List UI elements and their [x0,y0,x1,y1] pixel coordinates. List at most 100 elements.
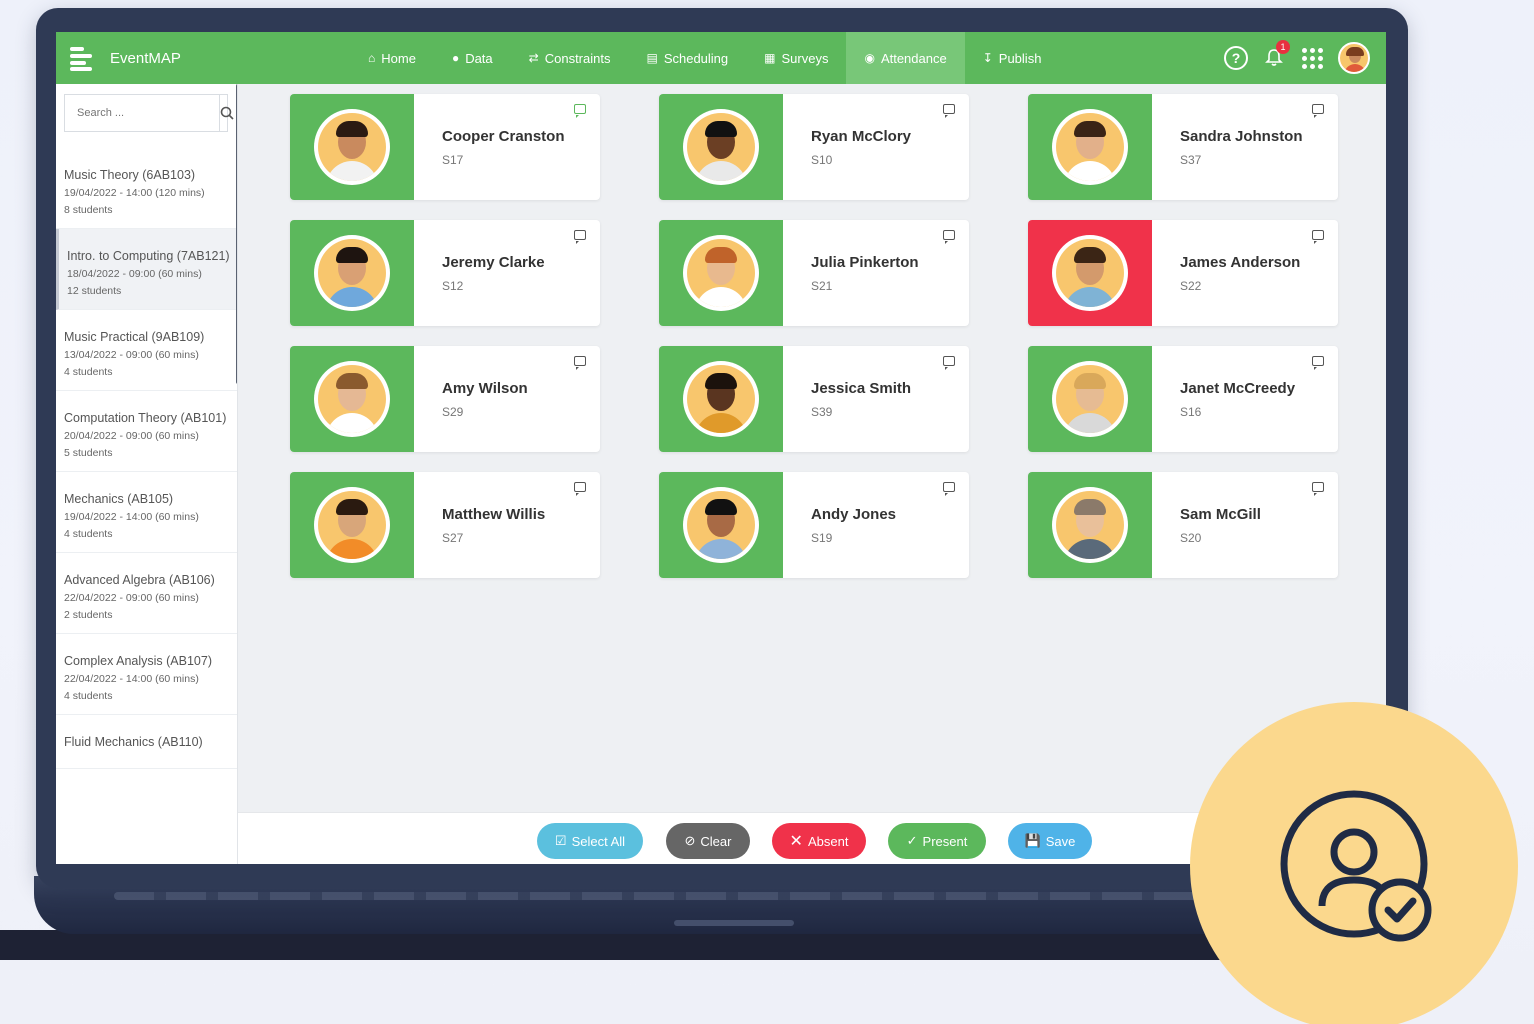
comment-icon[interactable] [1312,104,1324,118]
student-name: Cooper Cranston [442,128,565,145]
bell-icon[interactable]: 1 [1262,40,1290,70]
comment-icon[interactable] [574,230,586,244]
student-card[interactable]: Jeremy Clarke S12 [290,220,600,326]
student-status-panel[interactable] [290,472,414,578]
student-info: Jeremy Clarke S12 [414,220,600,326]
clear-button[interactable]: ⊘ Clear [666,823,750,859]
student-card[interactable]: Amy Wilson S29 [290,346,600,452]
student-id: S20 [1180,531,1202,545]
comment-icon[interactable] [574,356,586,370]
student-id: S12 [442,279,464,293]
comment-icon[interactable] [574,104,586,118]
student-card[interactable]: James Anderson S22 [1028,220,1338,326]
student-id: S10 [811,153,833,167]
comment-icon[interactable] [943,482,955,496]
search-button[interactable] [219,95,234,131]
student-id: S17 [442,153,464,167]
comment-icon[interactable] [1312,482,1324,496]
student-card[interactable]: Jessica Smith S39 [659,346,969,452]
home-icon: ⌂ [368,51,376,65]
student-status-panel[interactable] [290,94,414,200]
course-count: 4 students [64,690,113,702]
course-item[interactable]: Mechanics (AB105) 19/04/2022 - 14:00 (60 … [56,472,237,553]
student-card[interactable]: Janet McCreedy S16 [1028,346,1338,452]
student-name: Sam McGill [1180,506,1261,523]
nav-item-home[interactable]: ⌂ Home [350,32,434,84]
nav-item-surveys[interactable]: ▦ Surveys [746,32,846,84]
nav-item-label: Publish [998,50,1042,66]
student-info: Matthew Willis S27 [414,472,600,578]
apps-grid-icon[interactable] [1300,46,1324,70]
student-photo-frame [314,487,390,563]
student-photo-frame [683,109,759,185]
student-info: Sam McGill S20 [1152,472,1338,578]
sidebar-scrollbar[interactable] [236,84,237,384]
student-status-panel[interactable] [659,94,783,200]
student-photo [687,365,755,433]
help-icon[interactable]: ? [1224,46,1248,70]
student-card[interactable]: Matthew Willis S27 [290,472,600,578]
select-all-button[interactable]: ☑ Select All [537,823,643,859]
course-time: 22/04/2022 - 14:00 (60 mins) [64,673,199,685]
comment-icon[interactable] [1312,230,1324,244]
student-status-panel[interactable] [659,220,783,326]
comment-icon[interactable] [943,230,955,244]
search-input[interactable] [65,95,219,131]
search-icon [220,106,234,120]
course-item[interactable]: Fluid Mechanics (AB110) [56,715,237,769]
student-status-panel[interactable] [290,346,414,452]
comment-icon[interactable] [1312,356,1324,370]
student-status-panel[interactable] [290,220,414,326]
student-id: S22 [1180,279,1202,293]
student-id: S21 [811,279,833,293]
student-card[interactable]: Cooper Cranston S17 [290,94,600,200]
absent-button[interactable]: ✕ Absent [772,823,866,859]
nav-item-data[interactable]: ● Data [434,32,511,84]
student-photo-frame [1052,109,1128,185]
brand-name: EventMAP [110,49,181,67]
brand[interactable]: EventMAP [56,45,286,71]
comment-icon[interactable] [943,104,955,118]
student-status-panel[interactable] [1028,220,1152,326]
student-photo [318,491,386,559]
save-button[interactable]: 💾 Save [1008,823,1092,859]
student-card[interactable]: Julia Pinkerton S21 [659,220,969,326]
student-photo [318,113,386,181]
student-card[interactable]: Sam McGill S20 [1028,472,1338,578]
course-item[interactable]: Computation Theory (AB101) 20/04/2022 - 0… [56,391,237,472]
course-item[interactable]: Music Theory (6AB103) 19/04/2022 - 14:00 … [56,148,237,229]
course-item[interactable]: Intro. to Computing (7AB121) 18/04/2022 -… [56,229,237,310]
student-status-panel[interactable] [659,346,783,452]
student-photo-frame [314,109,390,185]
course-title: Music Theory (6AB103) [64,168,196,182]
comment-icon[interactable] [943,356,955,370]
student-card[interactable]: Andy Jones S19 [659,472,969,578]
comment-icon[interactable] [574,482,586,496]
student-status-panel[interactable] [1028,94,1152,200]
course-title: Fluid Mechanics (AB110) [64,735,203,749]
course-item[interactable]: Music Practical (9AB109) 13/04/2022 - 09:… [56,310,237,391]
course-item[interactable]: Advanced Algebra (AB106) 22/04/2022 - 09:… [56,553,237,634]
nav-item-scheduling[interactable]: ▤ Scheduling [628,32,746,84]
student-status-panel[interactable] [1028,346,1152,452]
nav-item-attendance[interactable]: ◉ Attendance [846,32,965,84]
nav-item-publish[interactable]: ↧ Publish [965,32,1060,84]
student-id: S39 [811,405,833,419]
student-card[interactable]: Ryan McClory S10 [659,94,969,200]
student-card[interactable]: Sandra Johnston S37 [1028,94,1338,200]
student-name: Jessica Smith [811,380,912,397]
student-photo [687,239,755,307]
student-status-panel[interactable] [659,472,783,578]
user-avatar[interactable] [1338,42,1370,74]
nav-item-constraints[interactable]: ⇄ Constraints [511,32,629,84]
student-id: S37 [1180,153,1202,167]
course-item[interactable]: Complex Analysis (AB107) 22/04/2022 - 14:… [56,634,237,715]
student-status-panel[interactable] [1028,472,1152,578]
student-name: Andy Jones [811,506,897,523]
present-button[interactable]: ✓ Present [888,823,986,859]
student-id: S19 [811,531,833,545]
student-photo [1056,113,1124,181]
calendar-icon: ▤ [646,51,658,65]
course-count: 4 students [64,366,113,378]
course-title: Computation Theory (AB101) [64,411,227,425]
